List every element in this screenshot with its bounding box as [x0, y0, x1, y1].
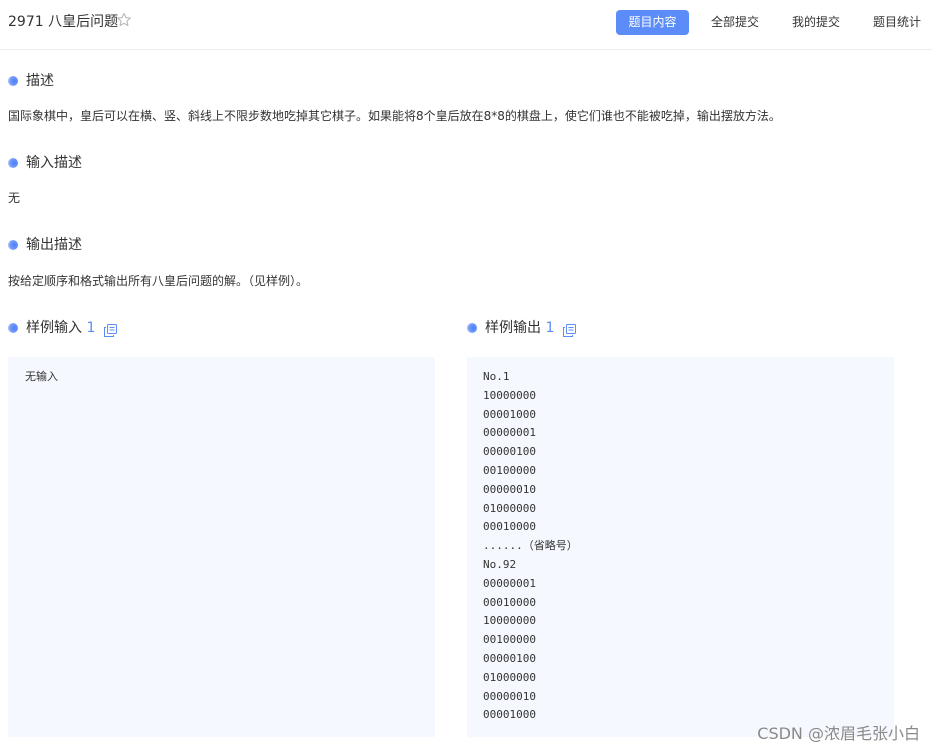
sample-line: No.92: [483, 557, 517, 571]
section-bullet-icon: [8, 240, 18, 250]
section-bullet-icon: [8, 158, 18, 168]
sample-line: 00000001: [483, 426, 536, 440]
sample-line: 10000000: [483, 614, 536, 628]
section-bullet-icon: [467, 323, 477, 333]
sample-line: 无输入: [25, 370, 58, 383]
sample-output-number: 1: [545, 320, 555, 336]
sample-line: 00000010: [483, 482, 536, 496]
problem-header: 2971 八皇后问题 题目内容 全部提交 我的提交 题目统计: [0, 0, 932, 50]
sample-output-content: No.1 10000000 00001000 00000001 00000100 0010…: [483, 368, 894, 725]
sample-line: 00000100: [483, 651, 536, 665]
sample-input-label: 样例输入: [26, 320, 82, 336]
sample-line: 00000100: [483, 445, 536, 459]
sample-line: 00001000: [483, 407, 536, 421]
sample-line: ......（省略号）: [483, 539, 578, 553]
tab-problem-statistics[interactable]: 题目统计: [862, 10, 932, 35]
star-outline-icon[interactable]: [116, 12, 132, 28]
sample-input-content: 无输入: [25, 368, 435, 387]
sample-line: 00100000: [483, 463, 536, 477]
sample-line: 00010000: [483, 520, 536, 534]
sample-line: 00100000: [483, 633, 536, 647]
input-description-heading: 输入描述: [26, 155, 82, 171]
csdn-watermark: CSDN @浓眉毛张小白: [757, 724, 920, 743]
problem-page: 2971 八皇后问题 题目内容 全部提交 我的提交 题目统计 描述 国际象棋中，…: [0, 0, 932, 752]
tab-all-submissions[interactable]: 全部提交: [700, 10, 770, 35]
sample-input-heading: 样例输入 1: [26, 318, 95, 338]
tab-my-submissions[interactable]: 我的提交: [782, 10, 850, 35]
sample-line: 01000000: [483, 670, 536, 684]
sample-input-box[interactable]: 无输入: [8, 357, 435, 737]
sample-line: 01000000: [483, 501, 536, 515]
sample-output-label: 样例输出: [485, 320, 541, 336]
sample-output-box[interactable]: No.1 10000000 00001000 00000001 00000100 0010…: [467, 357, 894, 737]
sample-line: 00000010: [483, 689, 536, 703]
tab-problem-content[interactable]: 题目内容: [616, 10, 689, 35]
sample-line: 00010000: [483, 595, 536, 609]
description-heading: 描述: [26, 73, 54, 89]
sample-line: No.1: [483, 370, 510, 383]
description-text: 国际象棋中，皇后可以在横、竖、斜线上不限步数地吃掉其它棋子。如果能将8个皇后放在…: [8, 109, 781, 123]
section-bullet-icon: [8, 323, 18, 333]
copy-icon[interactable]: [104, 322, 117, 337]
output-description-heading: 输出描述: [26, 237, 82, 253]
sample-line: 00000001: [483, 576, 536, 590]
output-description-text: 按给定顺序和格式输出所有八皇后问题的解。（见样例）。: [8, 274, 309, 288]
problem-title: 2971 八皇后问题: [8, 14, 119, 30]
copy-icon[interactable]: [563, 322, 576, 337]
sample-line: 10000000: [483, 388, 536, 402]
section-bullet-icon: [8, 76, 18, 86]
sample-output-heading: 样例输出 1: [485, 318, 554, 338]
sample-input-number: 1: [86, 320, 96, 336]
input-description-text: 无: [8, 191, 21, 205]
